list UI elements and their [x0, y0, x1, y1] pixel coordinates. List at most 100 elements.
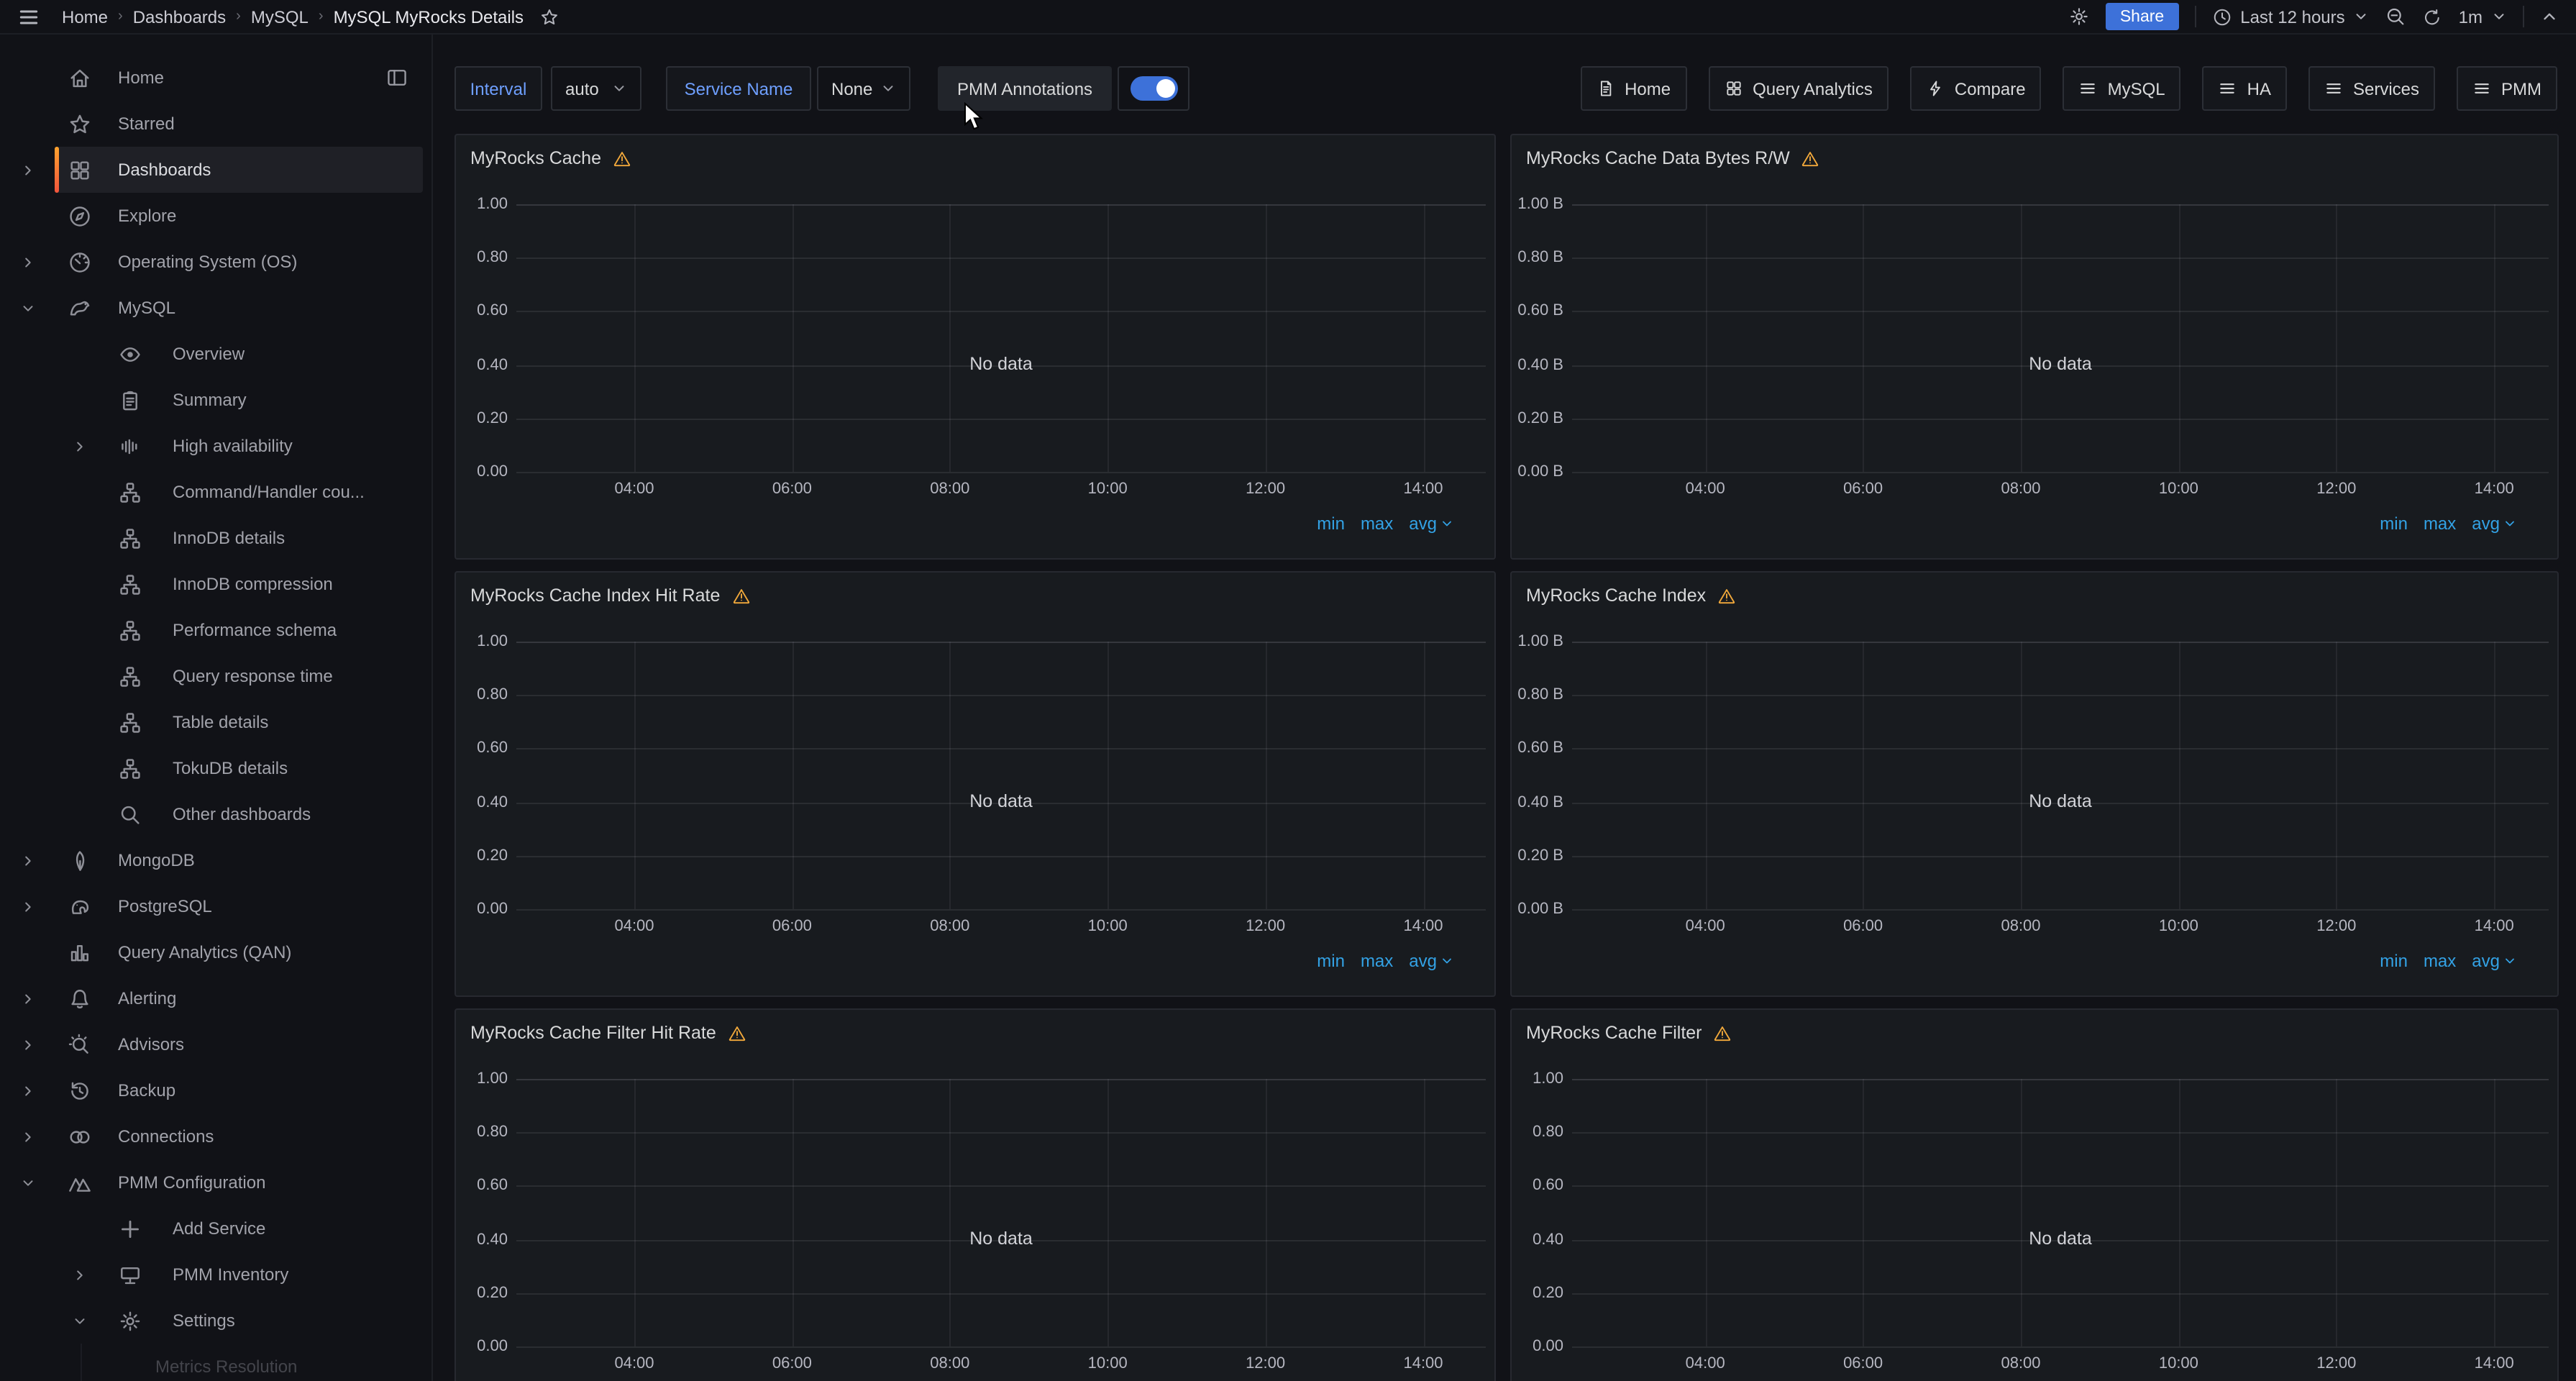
chevron-right-icon[interactable]: [20, 837, 36, 883]
sidebar-item-connections[interactable]: Connections: [0, 1113, 431, 1159]
sidebar-item-backup[interactable]: Backup: [0, 1067, 431, 1113]
sidebar-item-overview[interactable]: Overview: [0, 331, 431, 377]
link-button-home[interactable]: Home: [1580, 66, 1686, 111]
chevron-right-icon[interactable]: [20, 147, 36, 193]
link-button-services[interactable]: Services: [2308, 66, 2435, 111]
link-button-pmm[interactable]: PMM: [2457, 66, 2557, 111]
breadcrumb-item-home[interactable]: Home: [62, 6, 108, 27]
legend-item-min[interactable]: min: [2380, 514, 2408, 534]
menu-toggle-icon[interactable]: [17, 5, 40, 28]
link-button-query-analytics[interactable]: Query Analytics: [1708, 66, 1888, 111]
interval-select[interactable]: auto: [551, 66, 641, 111]
chevron-right-icon[interactable]: [20, 1113, 36, 1159]
panel-header[interactable]: MyRocks Cache Index Hit Rate: [456, 573, 1494, 619]
refresh-icon[interactable]: [2423, 6, 2443, 27]
breadcrumb-item-mysql[interactable]: MySQL: [251, 6, 309, 27]
dashboard-settings-gear-icon[interactable]: [2068, 6, 2090, 27]
plot-area[interactable]: No data: [516, 1079, 1486, 1346]
sidebar-item-explore[interactable]: Explore: [0, 193, 431, 239]
chevron-right-icon[interactable]: [72, 1252, 88, 1298]
sidebar-item-mysql[interactable]: MySQL: [0, 285, 431, 331]
chevron-right-icon[interactable]: [20, 1067, 36, 1113]
sidebar-item-settings[interactable]: Settings: [0, 1298, 431, 1344]
link-button-mysql[interactable]: MySQL: [2063, 66, 2181, 111]
legend-item-avg[interactable]: avg: [1409, 951, 1454, 971]
sidebar-item-pmm-inventory[interactable]: PMM Inventory: [0, 1252, 431, 1298]
sidebar-item-home[interactable]: Home: [0, 55, 431, 101]
chevron-right-icon[interactable]: [72, 423, 88, 469]
zoom-out-icon[interactable]: [2385, 6, 2407, 27]
sidebar-item-starred[interactable]: Starred: [0, 101, 431, 147]
sidebar-item-mongodb[interactable]: MongoDB: [0, 837, 431, 883]
chevron-right-icon[interactable]: [20, 239, 36, 285]
breadcrumb-item-mysql-myrocks-details[interactable]: MySQL MyRocks Details: [334, 6, 524, 27]
sidebar-item-add-service[interactable]: Add Service: [0, 1205, 431, 1252]
chevron-right-icon[interactable]: [20, 975, 36, 1021]
chevron-down-icon[interactable]: [2503, 516, 2517, 531]
service-name-select[interactable]: None: [817, 66, 910, 111]
legend-item-max[interactable]: max: [2424, 951, 2456, 971]
sidebar-item-summary[interactable]: Summary: [0, 377, 431, 423]
chevron-down-icon[interactable]: [72, 1298, 88, 1344]
breadcrumb-item-dashboards[interactable]: Dashboards: [133, 6, 226, 27]
chevron-down-icon[interactable]: [20, 285, 36, 331]
chevron-down-icon[interactable]: [20, 1159, 36, 1205]
legend-item-max[interactable]: max: [1361, 514, 1393, 534]
legend-item-avg[interactable]: avg: [2472, 514, 2517, 534]
chevron-down-icon[interactable]: [1440, 516, 1454, 531]
plot-area[interactable]: No data: [1572, 204, 2549, 472]
warning-icon[interactable]: [1714, 1024, 1732, 1042]
sidebar-item-high-availability[interactable]: High availability: [0, 423, 431, 469]
sidebar-item-alerting[interactable]: Alerting: [0, 975, 431, 1021]
plot-area[interactable]: No data: [1572, 642, 2549, 909]
sidebar-item-query-response-time[interactable]: Query response time: [0, 653, 431, 699]
chevron-down-icon[interactable]: [1440, 954, 1454, 968]
warning-icon[interactable]: [613, 149, 631, 168]
refresh-interval-picker[interactable]: 1m: [2459, 6, 2507, 27]
sidebar-item-other-dashboards[interactable]: Other dashboards: [0, 791, 431, 837]
sidebar-item-table-details[interactable]: Table details: [0, 699, 431, 745]
chevron-right-icon[interactable]: [20, 883, 36, 929]
legend-item-min[interactable]: min: [2380, 951, 2408, 971]
panel-header[interactable]: MyRocks Cache Filter: [1512, 1010, 2557, 1056]
time-range-picker[interactable]: Last 12 hours: [2211, 6, 2369, 27]
panel-header[interactable]: MyRocks Cache: [456, 135, 1494, 181]
warning-icon[interactable]: [1801, 149, 1820, 168]
sidebar-item-metrics-resolution[interactable]: Metrics Resolution: [0, 1344, 431, 1381]
warning-icon[interactable]: [1717, 586, 1736, 605]
warning-icon[interactable]: [731, 586, 750, 605]
warning-icon[interactable]: [728, 1024, 746, 1042]
sidebar-item-tokudb-details[interactable]: TokuDB details: [0, 745, 431, 791]
sidebar-item-innodb-compression[interactable]: InnoDB compression: [0, 561, 431, 607]
plot-area[interactable]: No data: [516, 204, 1486, 472]
share-button[interactable]: Share: [2106, 3, 2178, 30]
sidebar-item-query-analytics-qan[interactable]: Query Analytics (QAN): [0, 929, 431, 975]
legend-item-min[interactable]: min: [1317, 514, 1345, 534]
legend-item-max[interactable]: max: [2424, 514, 2456, 534]
link-button-compare[interactable]: Compare: [1910, 66, 2042, 111]
sidebar-item-command-handler-cou[interactable]: Command/Handler cou...: [0, 469, 431, 515]
sidebar-item-pmm-configuration[interactable]: PMM Configuration: [0, 1159, 431, 1205]
legend-item-min[interactable]: min: [1317, 951, 1345, 971]
sidebar-item-innodb-details[interactable]: InnoDB details: [0, 515, 431, 561]
sidebar-item-postgresql[interactable]: PostgreSQL: [0, 883, 431, 929]
legend-item-max[interactable]: max: [1361, 951, 1393, 971]
panel-header[interactable]: MyRocks Cache Filter Hit Rate: [456, 1010, 1494, 1056]
link-button-ha[interactable]: HA: [2203, 66, 2287, 111]
legend-item-avg[interactable]: avg: [2472, 951, 2517, 971]
pmm-annotations-toggle[interactable]: [1118, 66, 1189, 111]
sidebar-item-operating-system-os[interactable]: Operating System (OS): [0, 239, 431, 285]
sidebar-item-dashboards[interactable]: Dashboards: [0, 147, 431, 193]
panel-header[interactable]: MyRocks Cache Data Bytes R/W: [1512, 135, 2557, 181]
panel-header[interactable]: MyRocks Cache Index: [1512, 573, 2557, 619]
collapse-topbar-chevron-up-icon[interactable]: [2540, 7, 2559, 26]
legend-item-avg[interactable]: avg: [1409, 514, 1454, 534]
star-dashboard-icon[interactable]: [539, 6, 559, 27]
menu-icon: [2472, 79, 2491, 98]
sidebar-item-performance-schema[interactable]: Performance schema: [0, 607, 431, 653]
plot-area[interactable]: No data: [516, 642, 1486, 909]
plot-area[interactable]: No data: [1572, 1079, 2549, 1346]
chevron-down-icon[interactable]: [2503, 954, 2517, 968]
sidebar-item-advisors[interactable]: Advisors: [0, 1021, 431, 1067]
chevron-right-icon[interactable]: [20, 1021, 36, 1067]
